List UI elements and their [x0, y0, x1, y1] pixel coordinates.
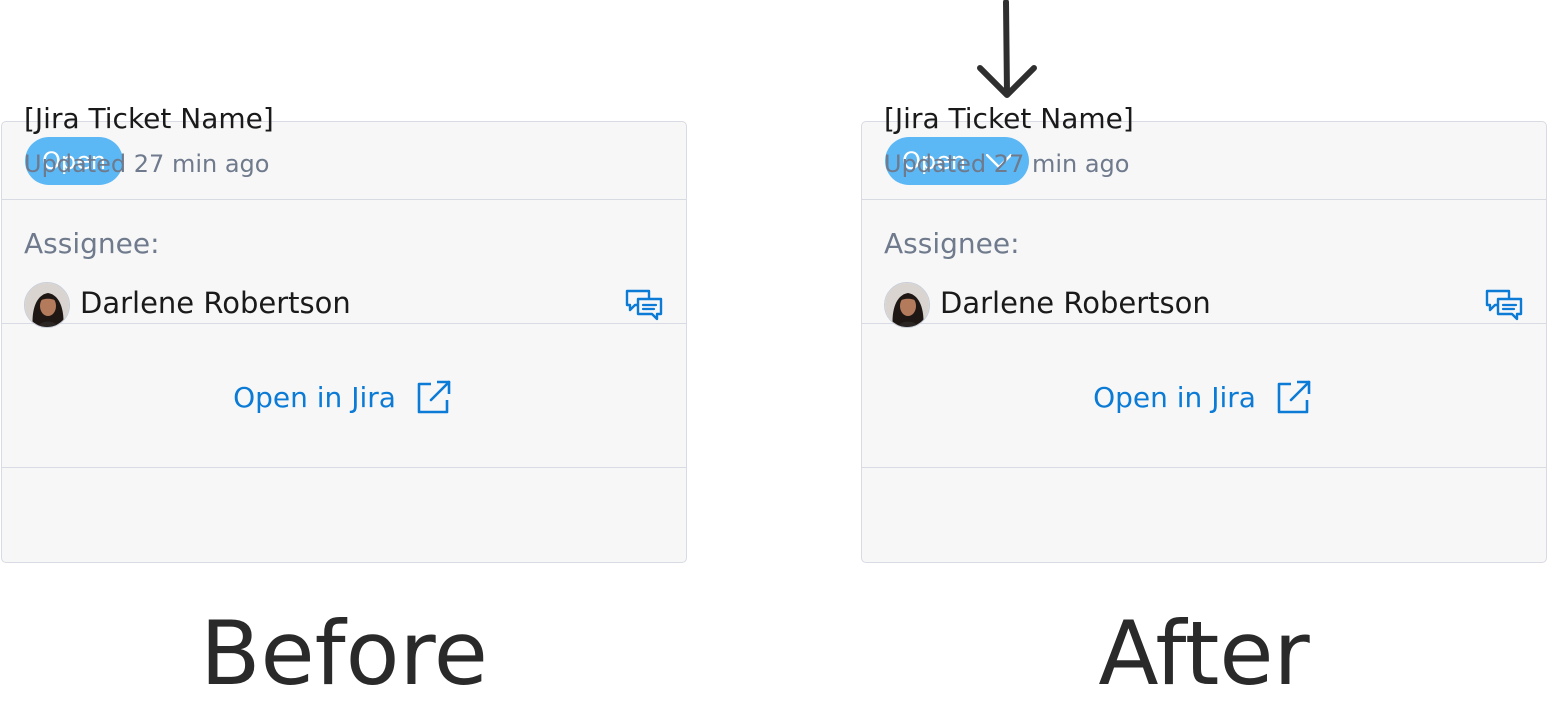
jira-ticket-card: Open — [861, 121, 1547, 563]
after-panel: Open [Jira Ticket Name] Updated 27 min a… — [860, 0, 1548, 728]
before-panel: Open [Jira Ticket Name] Updated 27 min a… — [0, 0, 688, 728]
open-in-jira-link[interactable]: Open in Jira — [0, 380, 684, 414]
after-caption: After — [1098, 602, 1310, 705]
open-in-jira-label: Open in Jira — [233, 380, 396, 414]
ticket-name: [Jira Ticket Name] — [884, 102, 1134, 135]
chat-icon[interactable] — [1485, 288, 1523, 322]
assignee-name: Darlene Robertson — [940, 286, 1211, 320]
assignee-label: Assignee: — [24, 227, 160, 260]
ticket-name: [Jira Ticket Name] — [24, 102, 274, 135]
open-in-jira-label: Open in Jira — [1093, 380, 1256, 414]
assignee-name: Darlene Robertson — [80, 286, 351, 320]
chat-icon[interactable] — [625, 288, 663, 322]
before-caption: Before — [200, 602, 488, 705]
external-link-icon — [1277, 380, 1311, 414]
footer-section — [862, 468, 1546, 562]
external-link-icon — [417, 380, 451, 414]
avatar[interactable] — [24, 282, 70, 328]
jira-ticket-card: Open — [1, 121, 687, 563]
avatar[interactable] — [884, 282, 930, 328]
assignee-label: Assignee: — [884, 227, 1020, 260]
open-in-jira-link[interactable]: Open in Jira — [860, 380, 1544, 414]
ticket-updated-time: Updated 27 min ago — [24, 150, 270, 178]
footer-section — [2, 468, 686, 562]
ticket-updated-time: Updated 27 min ago — [884, 150, 1130, 178]
